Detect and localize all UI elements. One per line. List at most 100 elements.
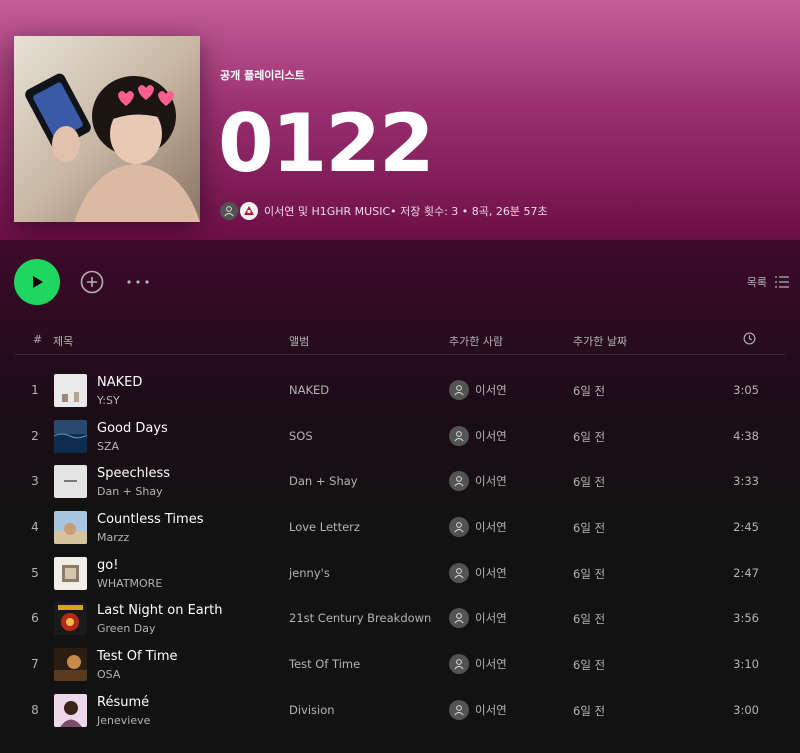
track-row[interactable]: 5 go! WHATMORE jenny's 이서연 6일 전 2:47 [0,551,800,597]
added-by-name: 이서연 [475,565,507,580]
user-avatar-icon [449,517,469,538]
track-artist[interactable]: OSA [97,668,120,681]
track-artist[interactable]: Marzz [97,531,129,544]
track-duration: 3:00 [733,702,759,717]
track-title[interactable]: Speechless [97,466,170,481]
playlist-type-label: 공개 플레이리스트 [220,69,305,82]
track-album[interactable]: NAKED [289,383,329,397]
view-label: 목록 [746,276,767,289]
track-artist[interactable]: WHATMORE [97,577,162,590]
user-avatar-icon [449,471,469,492]
track-added-by[interactable]: 이서연 [449,425,507,446]
track-cover [54,602,87,636]
user-avatar-icon [449,654,469,675]
user-avatar-icon[interactable] [220,202,238,220]
track-artist[interactable]: Y:SY [97,394,120,407]
track-date-added: 6일 전 [573,521,606,536]
add-circle-icon [80,270,104,294]
track-album[interactable]: Love Letterz [289,520,360,534]
col-album[interactable]: 앨범 [289,333,309,349]
track-title[interactable]: NAKED [97,375,142,390]
col-duration[interactable] [743,332,756,348]
track-duration: 4:38 [733,428,759,443]
track-album[interactable]: Dan + Shay [289,474,358,488]
track-album[interactable]: 21st Century Breakdown [289,611,431,625]
track-album[interactable]: Test Of Time [289,657,360,671]
playlist-cover-image[interactable] [14,36,200,222]
track-cover [54,465,87,499]
added-by-name: 이서연 [475,383,507,397]
track-number: 3 [31,474,39,489]
col-number: # [33,333,43,346]
user-avatar-icon [449,562,469,583]
view-toggle-button[interactable]: 목록 [747,274,789,290]
track-added-by[interactable]: 이서연 [449,608,507,629]
track-added-by[interactable]: 이서연 [449,562,507,583]
track-number: 1 [31,383,39,397]
track-row[interactable]: 6 Last Night on Earth Green Day 21st Cen… [0,596,800,642]
play-button[interactable] [14,259,60,305]
track-cover [54,648,87,682]
track-added-by[interactable]: 이서연 [449,654,507,675]
added-by-name: 이서연 [475,474,507,489]
track-row[interactable]: 4 Countless Times Marzz Love Letterz 이서연… [0,505,800,551]
track-date-added: 6일 전 [573,384,606,398]
track-added-by[interactable]: 이서연 [449,471,507,492]
track-title[interactable]: Last Night on Earth [97,603,222,618]
tracklist: 1 NAKED Y:SY NAKED 이서연 6일 전 3:05 2 Good … [0,368,800,734]
track-album[interactable]: Division [289,703,335,717]
playlist-meta: 이서연 및 H1GHR MUSIC • 저장 횟수: 3 • 8곡, 26분 5… [220,201,548,221]
track-artist[interactable]: SZA [97,440,119,453]
track-cover [54,556,87,590]
track-album[interactable]: jenny's [289,566,330,580]
track-duration: 3:33 [733,474,759,489]
track-cover [54,419,87,453]
more-options-button[interactable] [126,272,150,292]
added-by-name: 이서연 [475,611,507,626]
clock-icon [743,332,756,345]
track-added-by[interactable]: 이서연 [449,517,507,538]
added-by-name: 이서연 [475,702,507,717]
track-number: 8 [31,702,39,717]
track-row[interactable]: 8 Résumé Jenevieve Division 이서연 6일 전 3:0… [0,688,800,734]
col-added-by[interactable]: 추가한 사람 [449,333,503,349]
list-icon [775,276,789,288]
track-added-by[interactable]: 이서연 [449,380,507,400]
track-date-added: 6일 전 [573,566,606,581]
track-number: 2 [31,428,39,443]
track-date-added: 6일 전 [573,658,606,673]
track-album[interactable]: SOS [289,429,313,443]
track-number: 4 [31,520,39,535]
track-cover [54,511,87,545]
user-avatar-icon [449,380,469,400]
added-by-name: 이서연 [475,657,507,672]
track-date-added: 6일 전 [573,612,606,627]
track-duration: 3:05 [733,383,759,397]
track-date-added: 6일 전 [573,429,606,444]
track-added-by[interactable]: 이서연 [449,699,507,720]
track-artist[interactable]: Green Day [97,622,156,635]
track-number: 7 [31,657,39,672]
track-row[interactable]: 7 Test Of Time OSA Test Of Time 이서연 6일 전… [0,642,800,688]
track-row[interactable]: 1 NAKED Y:SY NAKED 이서연 6일 전 3:05 [0,368,800,414]
track-artist[interactable]: Jenevieve [97,714,150,727]
collaborator-avatar-icon[interactable] [240,202,258,220]
track-duration: 2:45 [733,520,759,535]
track-title[interactable]: Good Days [97,421,168,436]
added-by-name: 이서연 [475,428,507,443]
col-title[interactable]: 제목 [53,333,73,349]
track-row[interactable]: 2 Good Days SZA SOS 이서연 6일 전 4:38 [0,414,800,460]
added-by-name: 이서연 [475,520,507,535]
playlist-owners[interactable]: 이서연 및 H1GHR MUSIC [264,203,390,219]
track-row[interactable]: 3 Speechless Dan + Shay Dan + Shay 이서연 6… [0,459,800,505]
playlist-title[interactable]: 0122 [218,100,435,188]
track-duration: 3:56 [733,611,759,626]
track-number: 6 [31,611,39,626]
track-title[interactable]: go! [97,558,118,573]
track-title[interactable]: Test Of Time [97,649,178,664]
track-title[interactable]: Countless Times [97,512,203,527]
col-date-added[interactable]: 추가한 날짜 [573,333,627,349]
add-to-library-button[interactable] [80,270,104,294]
track-title[interactable]: Résumé [97,695,149,710]
track-artist[interactable]: Dan + Shay [97,485,163,498]
